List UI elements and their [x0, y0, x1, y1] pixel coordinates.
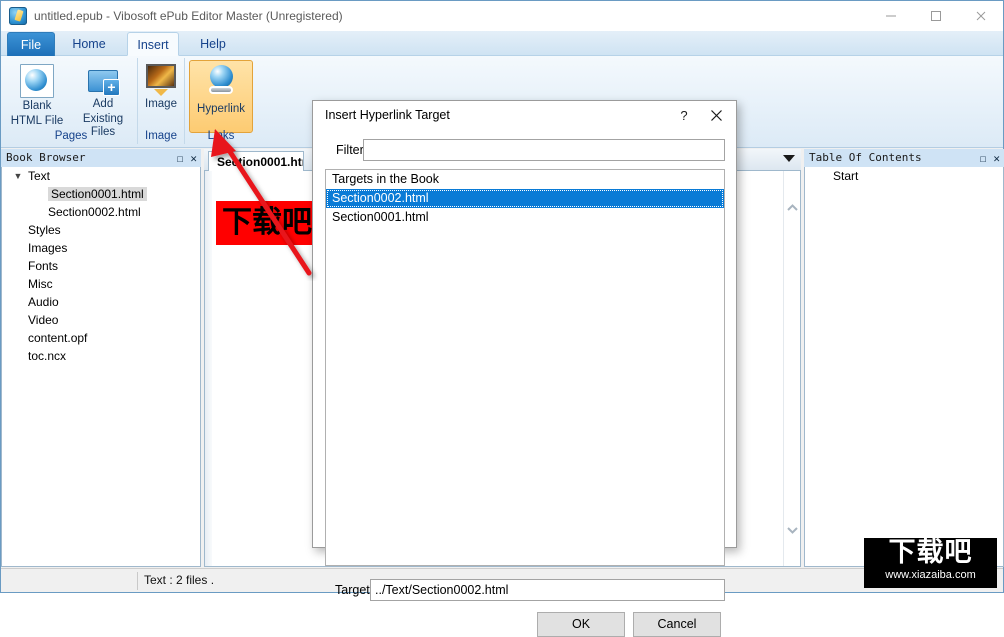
target-input[interactable] [370, 579, 725, 601]
add-existing-files-button[interactable]: Add Existing Files [73, 62, 133, 139]
insert-image-label: Image [145, 98, 177, 110]
toc-close-icon[interactable]: ✕ [993, 153, 1000, 164]
status-message: Text : 2 files . [144, 573, 215, 587]
tree-item-toc-ncx[interactable]: toc.ncx [2, 347, 200, 365]
tree-item-section0001[interactable]: Section0001.html [2, 185, 200, 203]
ribbon-group-links: Hyperlink Links [185, 58, 257, 144]
tree-item-label: Text [28, 169, 51, 183]
status-separator [137, 572, 138, 590]
ribbon-group-pages: Blank HTML File Add Existing Files Pages [5, 58, 138, 144]
ribbon-group-pages-label: Pages [54, 130, 88, 142]
tree-item-misc[interactable]: Misc [2, 275, 200, 293]
tree-item-label: toc.ncx [28, 349, 67, 363]
targets-list[interactable]: Targets in the Book Section0002.html Sec… [325, 169, 725, 566]
tree-item-content-opf[interactable]: content.opf [2, 329, 200, 347]
dialog-close-button[interactable] [700, 103, 732, 127]
cancel-button[interactable]: Cancel [633, 612, 721, 637]
watermark-text: 下载吧 [888, 538, 973, 568]
tree-item-label: Video [28, 313, 59, 327]
toc-float-icon[interactable]: ☐ [980, 153, 987, 164]
target-item-section0002[interactable]: Section0002.html [326, 189, 724, 208]
hyperlink-button[interactable]: Hyperlink [189, 60, 253, 133]
chevron-down-icon[interactable] [784, 521, 800, 538]
add-existing-files-label-line1: Add [92, 98, 114, 110]
title-bar: untitled.epub - Vibosoft ePub Editor Mas… [1, 1, 1003, 31]
tree-item-styles[interactable]: Styles [2, 221, 200, 239]
dialog-help-button[interactable]: ? [668, 103, 700, 127]
tree-item-label: Styles [28, 223, 61, 237]
tree-item-video[interactable]: Video [2, 311, 200, 329]
minimize-button[interactable] [868, 1, 913, 31]
tree-item-label: content.opf [28, 331, 88, 345]
tree-item-images[interactable]: Images [2, 239, 200, 257]
editor-tab-section0001[interactable]: Section0001.htm [208, 151, 304, 171]
hyperlink-label: Hyperlink [197, 103, 245, 115]
chevron-down-icon[interactable]: ▼ [12, 167, 24, 185]
tree-item-section0002[interactable]: Section0002.html [2, 203, 200, 221]
target-item-section0001[interactable]: Section0001.html [326, 208, 724, 227]
toc-title: Table Of Contents [809, 151, 922, 164]
tree-item-label: Fonts [28, 259, 59, 273]
book-browser-float-icon[interactable]: ☐ [177, 153, 184, 164]
filter-input[interactable] [363, 139, 725, 161]
book-browser-tree[interactable]: ▼ Text Section0001.html Section0002.html… [1, 167, 201, 567]
ribbon-group-image: Image Image [138, 58, 185, 144]
window-title: untitled.epub - Vibosoft ePub Editor Mas… [34, 9, 343, 23]
insert-image-icon [146, 64, 176, 88]
targets-list-header: Targets in the Book [332, 172, 440, 186]
tab-overflow-icon[interactable] [783, 155, 795, 162]
tab-home[interactable]: Home [59, 32, 119, 56]
blank-html-file-label-line1: Blank [22, 100, 52, 112]
editor-gutter [205, 171, 212, 566]
insert-image-dropdown-icon[interactable] [154, 89, 168, 96]
tab-insert[interactable]: Insert [127, 32, 179, 56]
application-window: untitled.epub - Vibosoft ePub Editor Mas… [0, 0, 1004, 637]
book-browser-title: Book Browser [6, 151, 86, 164]
editor-content-text: 下载吧 [216, 201, 318, 245]
tree-item-label: Section0001.html [48, 187, 147, 201]
insert-image-button[interactable]: Image [132, 62, 190, 111]
dialog-title: Insert Hyperlink Target [325, 108, 450, 122]
close-button[interactable] [958, 1, 1003, 31]
tab-help[interactable]: Help [187, 32, 239, 56]
ribbon-tabstrip: File Home Insert Help [1, 31, 1003, 56]
window-controls [868, 1, 1003, 31]
watermark-url: www.xiazaiba.com [885, 569, 976, 581]
dialog-title-buttons: ? [668, 103, 732, 127]
target-label: Target: [335, 583, 374, 597]
editor-vertical-scrollbar[interactable] [783, 171, 800, 566]
watermark: 下载吧 www.xiazaiba.com [864, 538, 997, 588]
ribbon-group-links-label: Links [207, 130, 235, 142]
blank-html-file-button[interactable]: Blank HTML File [7, 62, 67, 128]
add-existing-files-icon [87, 64, 120, 96]
toc-panel-header: Table Of Contents ☐ ✕ [804, 149, 1004, 167]
ribbon-group-image-label: Image [145, 130, 177, 142]
ok-button[interactable]: OK [537, 612, 625, 637]
tree-item-fonts[interactable]: Fonts [2, 257, 200, 275]
tree-item-label: Section0002.html [48, 205, 141, 219]
tab-file[interactable]: File [7, 32, 55, 56]
book-browser-panel-header: Book Browser ☐ ✕ [1, 149, 201, 167]
tree-item-label: Audio [28, 295, 59, 309]
toc-list[interactable]: Start [804, 167, 1004, 567]
toc-item-start[interactable]: Start [805, 167, 1003, 185]
insert-hyperlink-target-dialog: Insert Hyperlink Target ? Filter: Target… [312, 100, 737, 637]
chevron-up-icon[interactable] [784, 199, 800, 216]
hyperlink-icon [205, 65, 237, 97]
blank-html-file-label-line2: HTML File [10, 115, 64, 127]
tree-item-label: Misc [28, 277, 53, 291]
epub-app-icon [9, 7, 27, 25]
tree-item-label: Images [28, 241, 68, 255]
maximize-button[interactable] [913, 1, 958, 31]
tree-item-audio[interactable]: Audio [2, 293, 200, 311]
blank-html-file-icon [20, 64, 54, 98]
tree-item-text[interactable]: ▼ Text [2, 167, 200, 185]
book-browser-close-icon[interactable]: ✕ [190, 153, 197, 164]
